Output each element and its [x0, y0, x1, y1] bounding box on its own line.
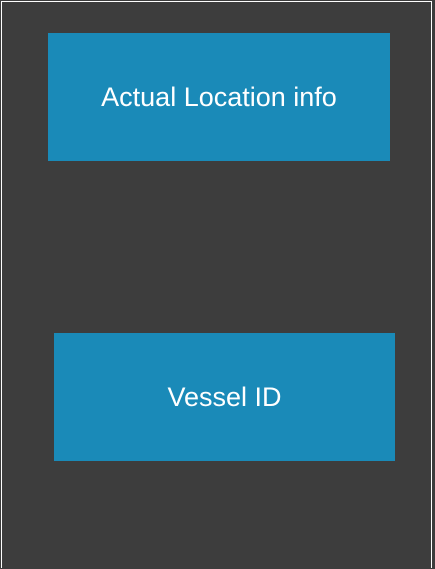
actual-location-info-label: Actual Location info: [101, 81, 337, 112]
diagram-frame: Actual Location info Vessel ID: [1, 1, 432, 568]
vessel-id-box: Vessel ID: [54, 333, 395, 461]
vessel-id-label: Vessel ID: [167, 381, 282, 412]
actual-location-info-box: Actual Location info: [48, 33, 390, 161]
